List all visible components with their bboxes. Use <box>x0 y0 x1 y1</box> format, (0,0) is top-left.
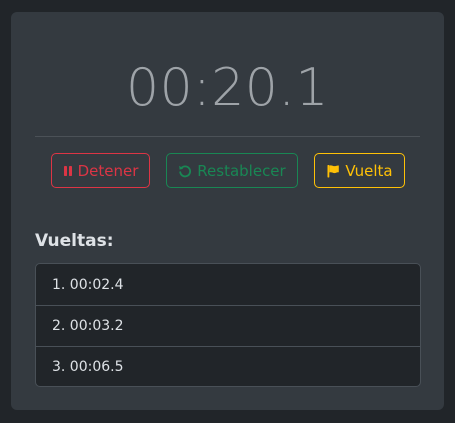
stop-button-label: Detener <box>77 161 139 180</box>
laps-list: 1. 00:02.4 2. 00:03.2 3. 00:06.5 <box>35 263 421 387</box>
stopwatch-card: 00:20.1 Detener Restablecer Vuelta Vuelt… <box>11 12 444 410</box>
rotate-left-icon <box>178 164 192 178</box>
flag-icon <box>326 164 340 178</box>
pause-icon <box>63 165 73 177</box>
stopwatch-display: 00:20.1 <box>126 58 329 118</box>
lap-item: 3. 00:06.5 <box>36 346 420 386</box>
reset-button-label: Restablecer <box>197 161 286 180</box>
reset-button[interactable]: Restablecer <box>166 153 298 188</box>
lap-button-label: Vuelta <box>345 161 393 180</box>
stop-button[interactable]: Detener <box>51 153 150 188</box>
lap-item: 1. 00:02.4 <box>52 276 124 293</box>
laps-title: Vueltas: <box>35 231 114 251</box>
lap-button[interactable]: Vuelta <box>314 153 405 188</box>
lap-item: 2. 00:03.2 <box>36 305 420 346</box>
divider <box>35 136 420 137</box>
